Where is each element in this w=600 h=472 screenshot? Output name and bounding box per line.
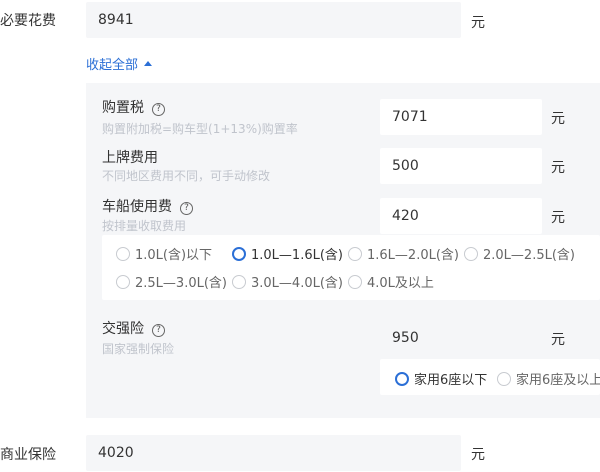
commercial-insurance-field[interactable]: 4020	[86, 435, 461, 471]
vehicle-tax-label: 车船使用费	[102, 199, 172, 215]
purchase-tax-title: 购置税?	[102, 97, 165, 117]
compulsory-insurance-field: 950	[380, 320, 542, 356]
required-costs-field[interactable]: 8941	[86, 2, 461, 38]
required-costs-label: 必要花费	[0, 13, 56, 29]
displacement-options: 1.0L(含)以下 1.0L—1.6L(含) 1.6L—2.0L(含) 2.0L…	[102, 235, 600, 300]
radio-selected-icon	[232, 246, 246, 261]
purchase-tax-field[interactable]: 7071	[380, 99, 542, 135]
purchase-tax-label: 购置税	[102, 100, 144, 116]
displacement-option[interactable]: 1.0L(含)以下	[116, 244, 212, 263]
radio-circle-icon	[232, 274, 246, 289]
vehicle-tax-unit: 元	[551, 210, 565, 226]
radio-selected-icon	[395, 371, 409, 386]
compulsory-insurance-desc: 国家强制保险	[102, 342, 175, 356]
help-icon[interactable]: ?	[152, 103, 165, 116]
vehicle-tax-title: 车船使用费?	[102, 196, 193, 216]
license-fee-label: 上牌费用	[102, 150, 158, 166]
purchase-tax-unit: 元	[551, 111, 565, 127]
commercial-insurance-unit: 元	[471, 447, 485, 463]
radio-circle-icon	[116, 246, 130, 261]
radio-circle-icon	[497, 371, 511, 386]
seat-options: 家用6座以下 家用6座及以上	[380, 359, 600, 395]
radio-circle-icon	[348, 246, 362, 261]
radio-circle-icon	[348, 274, 362, 289]
help-icon[interactable]: ?	[180, 202, 193, 215]
license-fee-unit: 元	[551, 160, 565, 176]
displacement-option[interactable]: 2.0L—2.5L(含)	[464, 244, 575, 263]
radio-circle-icon	[464, 246, 478, 261]
collapse-all-link[interactable]: 收起全部	[86, 54, 153, 73]
displacement-option[interactable]: 3.0L—4.0L(含)	[232, 272, 343, 291]
vehicle-tax-desc: 按排量收取费用	[102, 219, 187, 233]
caret-up-icon	[144, 61, 153, 66]
required-costs-unit: 元	[471, 15, 485, 31]
purchase-tax-desc: 购置附加税=购车型(1+13%)购置率	[102, 122, 298, 136]
commercial-insurance-label: 商业保险	[0, 447, 56, 463]
radio-circle-icon	[116, 274, 130, 289]
displacement-option[interactable]: 2.5L—3.0L(含)	[116, 272, 227, 291]
displacement-option[interactable]: 1.6L—2.0L(含)	[348, 244, 459, 263]
displacement-option[interactable]: 4.0L及以上	[348, 272, 434, 291]
cost-detail-panel: 购置税? 购置附加税=购车型(1+13%)购置率 7071 元 上牌费用 不同地…	[86, 83, 600, 418]
help-icon[interactable]: ?	[152, 324, 165, 337]
seat-option[interactable]: 家用6座及以上	[497, 369, 600, 388]
displacement-option-selected[interactable]: 1.0L—1.6L(含)	[232, 244, 343, 263]
vehicle-tax-field[interactable]: 420	[380, 198, 542, 234]
collapse-all-label: 收起全部	[86, 58, 139, 73]
license-fee-field[interactable]: 500	[380, 148, 542, 184]
compulsory-insurance-unit: 元	[551, 332, 565, 348]
seat-option-selected[interactable]: 家用6座以下	[395, 369, 487, 388]
compulsory-insurance-label: 交强险	[102, 321, 144, 337]
compulsory-insurance-title: 交强险?	[102, 318, 165, 338]
license-fee-desc: 不同地区费用不同，可手动修改	[102, 169, 271, 183]
